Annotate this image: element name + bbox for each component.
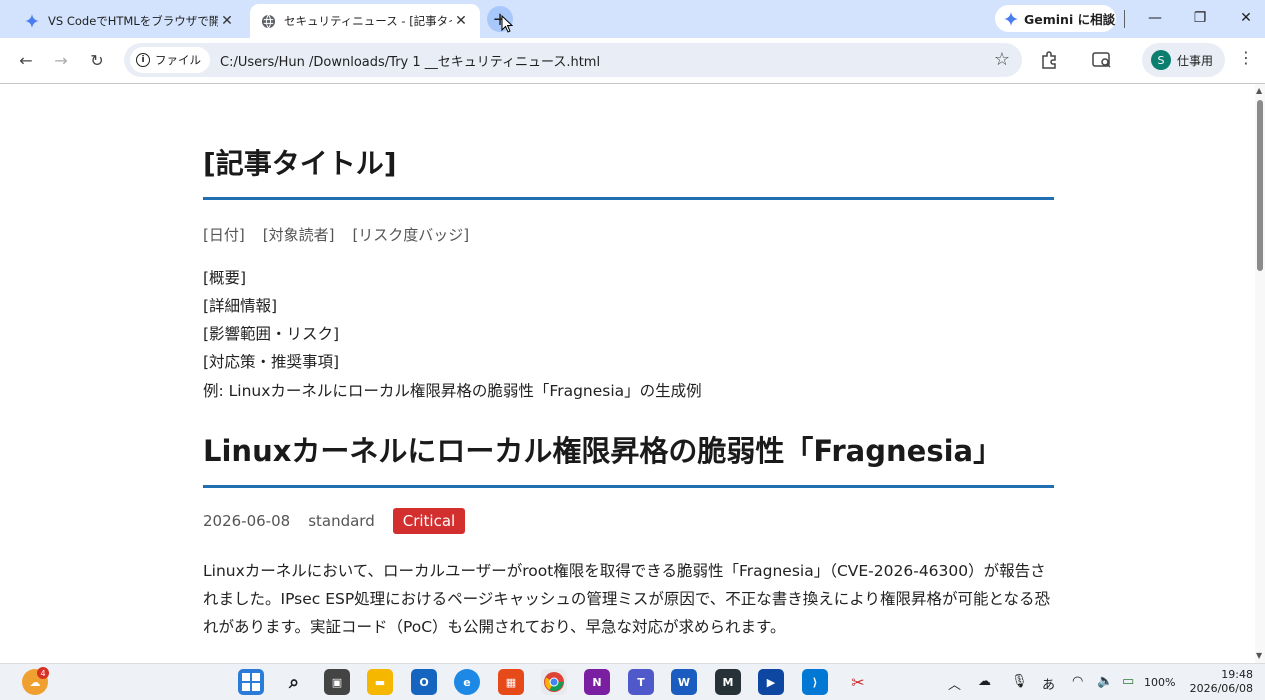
extensions-icon[interactable] bbox=[1037, 48, 1061, 72]
search-icon[interactable]: ⌕ bbox=[281, 669, 307, 695]
chrome-icon[interactable] bbox=[541, 669, 567, 695]
meta-date: [日付] bbox=[203, 226, 245, 244]
globe-icon bbox=[260, 13, 276, 29]
clock-time: 19:48 bbox=[1221, 668, 1253, 681]
volume-icon[interactable]: 🔈 bbox=[1097, 674, 1113, 689]
scroll-up-icon[interactable]: ▲ bbox=[1256, 86, 1262, 95]
article-title: Linuxカーネルにローカル権限昇格の脆弱性「Fragnesia」 bbox=[203, 434, 1003, 468]
wifi-icon[interactable]: ◠ bbox=[1072, 674, 1083, 689]
tab-title: セキュリティニュース - [記事タイトル] bbox=[284, 14, 452, 28]
battery-icon[interactable]: ▭ bbox=[1122, 674, 1134, 689]
scroll-down-icon[interactable]: ▼ bbox=[1256, 651, 1262, 660]
browser-toolbar: ← → ↻ i ファイル C:/Users/Hun /Downloads/Try… bbox=[0, 38, 1265, 83]
task-view-icon[interactable]: ▣ bbox=[324, 669, 350, 695]
article-audience: standard bbox=[308, 512, 375, 530]
meta-audience: [対象読者] bbox=[262, 226, 335, 244]
page-edge bbox=[0, 84, 3, 663]
url-text[interactable]: C:/Users/Hun /Downloads/Try 1 __セキュリティニュ… bbox=[220, 51, 600, 70]
microphone-icon[interactable]: 🎙 bbox=[1011, 674, 1028, 689]
notification-badge: 4 bbox=[37, 667, 49, 679]
tab-vscode-html[interactable]: VS CodeでHTMLをブラウザで開く方 ✕ bbox=[14, 4, 246, 38]
info-icon: i bbox=[136, 53, 150, 67]
bookmark-star-icon[interactable]: ☆ bbox=[994, 49, 1010, 70]
meta-risk: [リスク度バッジ] bbox=[352, 226, 470, 244]
outlook-icon[interactable]: O bbox=[411, 669, 437, 695]
avatar: S bbox=[1151, 50, 1171, 70]
back-button[interactable]: ← bbox=[12, 46, 40, 74]
article-date: 2026-06-08 bbox=[203, 512, 291, 530]
minimize-button[interactable]: — bbox=[1133, 5, 1177, 31]
section-details: [詳細情報] bbox=[203, 297, 278, 315]
edge-icon[interactable]: e bbox=[454, 669, 480, 695]
file-explorer-icon[interactable]: ▬ bbox=[367, 669, 393, 695]
gemini-button[interactable]: Gemini に相談 bbox=[995, 5, 1116, 32]
mouse-cursor-icon bbox=[501, 15, 513, 33]
close-icon[interactable]: ✕ bbox=[218, 12, 236, 30]
profile-label: 仕事用 bbox=[1177, 53, 1214, 68]
start-icon[interactable] bbox=[238, 669, 264, 695]
scrollbar[interactable]: ▲ ▼ bbox=[1255, 84, 1265, 663]
site-info-chip[interactable]: i ファイル bbox=[130, 47, 210, 73]
m365-icon[interactable]: M bbox=[715, 669, 741, 695]
risk-badge: Critical bbox=[392, 508, 466, 534]
section-summary: [概要] bbox=[203, 269, 247, 287]
title-rule bbox=[203, 485, 1054, 488]
teams-icon[interactable]: T bbox=[628, 669, 654, 695]
word-icon[interactable]: W bbox=[671, 669, 697, 695]
battery-percent: 100% bbox=[1144, 676, 1176, 689]
close-icon[interactable]: ✕ bbox=[452, 12, 470, 30]
divider bbox=[1124, 10, 1125, 28]
page-viewport: [記事タイトル] [日付] [対象読者] [リスク度バッジ] [概要] [詳細情… bbox=[0, 84, 1255, 663]
template-meta: [日付] [対象読者] [リスク度バッジ] bbox=[203, 224, 469, 245]
section-actions: [対応策・推奨事項] bbox=[203, 353, 340, 371]
onenote-icon[interactable]: N bbox=[584, 669, 610, 695]
profile-button[interactable]: S 仕事用 bbox=[1142, 43, 1225, 77]
gemini-sparkle-icon bbox=[24, 13, 40, 29]
tab-security-news[interactable]: セキュリティニュース - [記事タイトル] ✕ bbox=[250, 4, 480, 38]
tab-search-icon[interactable] bbox=[1090, 48, 1114, 72]
section-impact: [影響範囲・リスク] bbox=[203, 325, 340, 343]
snipping-tool-icon[interactable]: ✂ bbox=[845, 669, 871, 695]
gemini-sparkle-icon bbox=[1004, 11, 1018, 26]
scheme-label: ファイル bbox=[155, 53, 201, 67]
scroll-thumb[interactable] bbox=[1257, 100, 1263, 271]
tab-title: VS CodeでHTMLをブラウザで開く方 bbox=[48, 14, 218, 28]
media-icon[interactable]: ▶ bbox=[758, 669, 784, 695]
chevron-up-icon[interactable]: ︿ bbox=[948, 674, 961, 693]
article-summary: Linuxカーネルにおいて、ローカルユーザーがroot権限を取得できる脆弱性「F… bbox=[203, 562, 1050, 636]
restore-button[interactable]: ❐ bbox=[1178, 5, 1222, 31]
reload-button[interactable]: ↻ bbox=[83, 46, 111, 74]
clock-date: 2026/06/08 bbox=[1189, 682, 1253, 695]
ime-indicator[interactable]: あ bbox=[1042, 674, 1055, 693]
article-meta: 2026-06-08 standard Critical bbox=[203, 508, 466, 534]
close-window-button[interactable]: ✕ bbox=[1224, 5, 1265, 31]
forward-button[interactable]: → bbox=[47, 46, 75, 74]
store-icon[interactable]: ▦ bbox=[498, 669, 524, 695]
cloud-off-icon[interactable]: ☁ bbox=[978, 674, 991, 689]
more-menu-icon[interactable]: ⋮ bbox=[1238, 48, 1254, 67]
address-bar[interactable]: i ファイル C:/Users/Hun /Downloads/Try 1 __セ… bbox=[124, 43, 1022, 77]
template-title: [記事タイトル] bbox=[203, 147, 397, 180]
vscode-icon[interactable]: ⟩ bbox=[802, 669, 828, 695]
gemini-label: Gemini に相談 bbox=[1024, 12, 1116, 27]
tab-strip: VS CodeでHTMLをブラウザで開く方 ✕ セキュリティニュース - [記事… bbox=[0, 0, 1265, 38]
clock[interactable]: 19:48 2026/06/08 bbox=[1187, 668, 1253, 696]
example-note: 例: Linuxカーネルにローカル権限昇格の脆弱性「Fragnesia」の生成例 bbox=[203, 382, 702, 400]
taskbar: ☁ 4 ⌕ ▣ ▬ O e ▦ N T W M ▶ ⟩ ✂ ︿ ☁ 🎙 あ ◠ … bbox=[0, 663, 1265, 700]
title-rule bbox=[203, 197, 1054, 200]
